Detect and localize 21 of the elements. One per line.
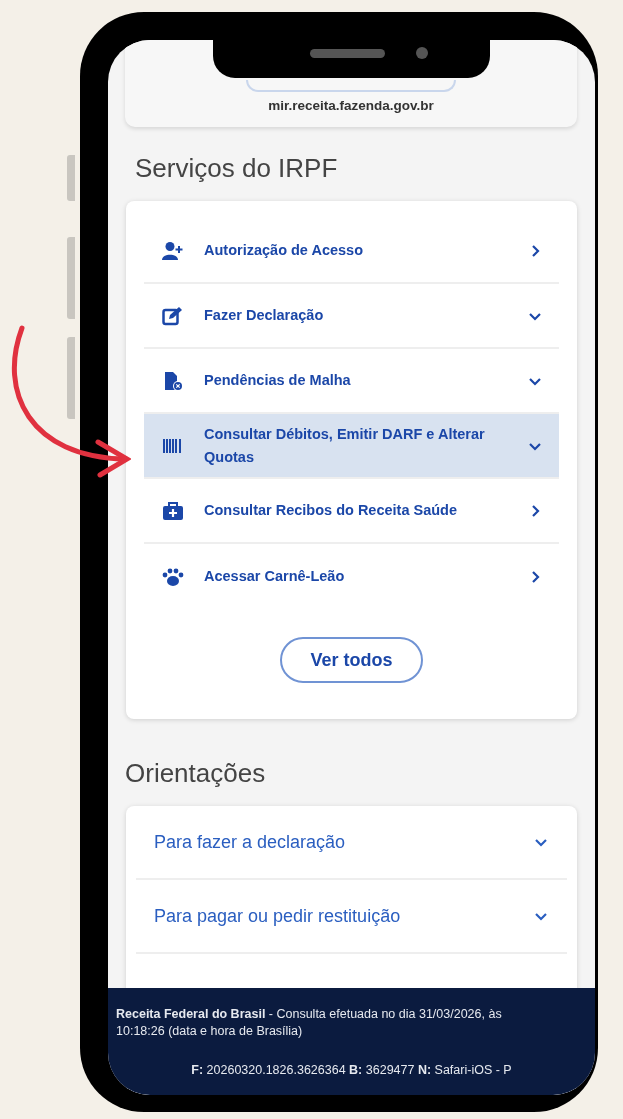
service-label: Consultar Recibos do Receita Saúde bbox=[204, 501, 458, 521]
url-text: mir.receita.fazenda.gov.br bbox=[268, 97, 434, 115]
service-item[interactable]: Consultar Débitos, Emitir DARF e Alterar Quotas bbox=[144, 414, 559, 479]
guidance-item[interactable]: Para pagar ou pedir restituição bbox=[136, 880, 567, 954]
service-item[interactable]: Autorização de Acesso bbox=[144, 219, 559, 284]
service-item[interactable]: Fazer Declaração bbox=[144, 284, 559, 349]
section-title: Orientações bbox=[125, 758, 266, 788]
service-label: Autorização de Acesso bbox=[204, 241, 364, 261]
service-label: Acessar Carnê-Leão bbox=[204, 567, 346, 587]
service-item[interactable]: Acessar Carnê-Leão bbox=[144, 544, 559, 609]
service-item[interactable]: Consultar Recibos do Receita Saúde bbox=[144, 479, 559, 544]
service-label: Fazer Declaração bbox=[204, 306, 325, 326]
build-info: F: 20260320.1826.3626364 B: 3629477 N: Safari-iOS - P bbox=[190, 1062, 513, 1079]
guidance-label: Para pagar ou pedir restituição bbox=[154, 904, 402, 928]
guidance-label: Para fazer a declaração bbox=[154, 830, 347, 854]
guidance-item[interactable]: Para fazer a declaração bbox=[136, 806, 567, 880]
service-label: Consultar Débitos, Emitir DARF e Alterar Quotas bbox=[204, 425, 486, 467]
service-label: Pendências de Malha bbox=[204, 371, 352, 391]
section-title: Serviços do IRPF bbox=[135, 153, 338, 183]
view-all-button[interactable]: Ver todos bbox=[280, 637, 423, 683]
footer-text: Receita Federal do Brasil - Consulta efetuada no dia 31/03/2026, às 10:18:26 (data e hora de Brasília) bbox=[116, 1006, 503, 1040]
